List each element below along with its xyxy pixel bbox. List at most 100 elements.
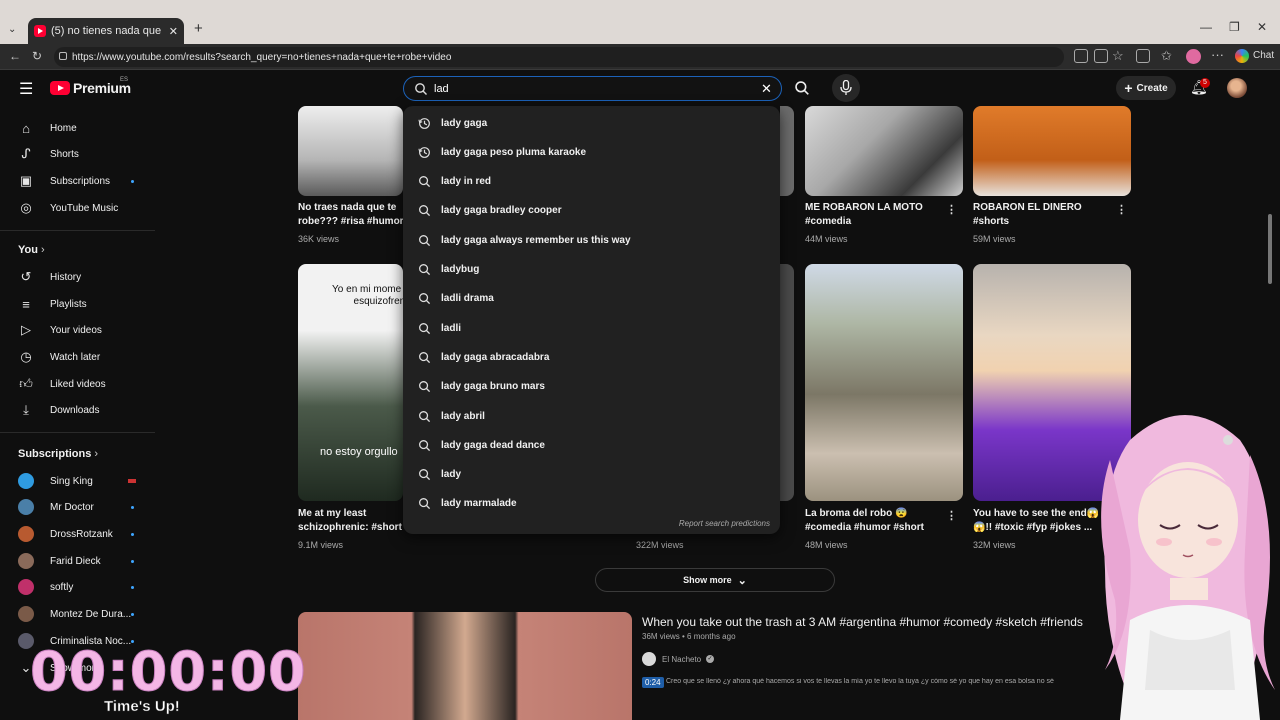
avatar <box>18 606 34 622</box>
stream-timer: 00:00:00 <box>30 640 307 704</box>
subscription-farid-dieck[interactable]: Farid Dieck <box>18 552 101 570</box>
subscription-sing-king[interactable]: Sing King <box>18 472 93 490</box>
search-suggestion-item[interactable]: lady gaga always remember us this way <box>403 226 780 254</box>
video-views: 44M views <box>805 234 848 244</box>
window-close-icon[interactable]: ✕ <box>1257 20 1267 34</box>
video-thumbnail[interactable] <box>780 106 794 196</box>
profile-avatar-icon[interactable] <box>1186 49 1201 64</box>
more-options-icon[interactable]: ⋮ <box>946 509 957 522</box>
featured-video-thumbnail[interactable] <box>298 612 632 720</box>
search-suggestion-item[interactable]: lady abril <box>403 402 780 430</box>
chapter-timestamp[interactable]: 0:24 <box>642 677 664 688</box>
create-button[interactable]: + Create <box>1116 76 1176 100</box>
chat-label[interactable]: Chat <box>1253 50 1274 61</box>
sidebar-item-subscriptions[interactable]: ▣ Subscriptions <box>18 172 138 190</box>
video-thumbnail[interactable] <box>298 106 403 196</box>
clear-search-icon[interactable]: ✕ <box>761 81 772 97</box>
search-suggestion-text: lady gaga always remember us this way <box>441 234 631 246</box>
subscription-softly[interactable]: softly <box>18 578 73 596</box>
video-title[interactable]: You have to see the end😱😱!! #toxic #fyp … <box>973 507 1101 535</box>
subscriptions-heading[interactable]: Subscriptions › <box>18 448 98 460</box>
search-suggestion-item[interactable]: lady gaga <box>403 109 780 137</box>
search-suggestion-item[interactable]: lady <box>403 461 780 489</box>
verified-check-icon: ✓ <box>706 655 714 663</box>
search-box[interactable]: ✕ <box>403 76 782 101</box>
search-suggestion-item[interactable]: ladli <box>403 314 780 342</box>
search-input[interactable] <box>434 81 734 97</box>
favorites-bar-icon[interactable]: ✩ <box>1161 48 1172 64</box>
voice-search-button[interactable] <box>832 74 860 102</box>
more-menu-icon[interactable]: ··· <box>1211 47 1224 62</box>
reload-icon[interactable]: ↻ <box>32 49 42 63</box>
sidebar-item-playlists[interactable]: ≡ Playlists <box>18 295 86 313</box>
video-title[interactable]: ROBARON EL DINERO #shorts <box>973 201 1113 229</box>
subscription-drossrotzank[interactable]: DrossRotzank <box>18 525 113 543</box>
sidebar-item-youtube-music[interactable]: ◎ YouTube Music <box>18 199 118 217</box>
search-suggestion-item[interactable]: lady marmalade <box>403 490 780 518</box>
video-thumbnail[interactable] <box>805 106 963 196</box>
new-content-dot <box>131 180 134 183</box>
account-avatar[interactable] <box>1227 78 1247 98</box>
video-title[interactable]: La broma del robo 😨 #comedia #humor #sho… <box>805 507 945 535</box>
minimize-icon[interactable]: — <box>1200 20 1212 34</box>
favorite-star-icon[interactable]: ☆ <box>1112 48 1124 64</box>
subscription-mr-doctor[interactable]: Mr Doctor <box>18 498 94 516</box>
search-suggestion-item[interactable]: lady gaga bradley cooper <box>403 197 780 225</box>
search-suggestion-item[interactable]: ladybug <box>403 256 780 284</box>
video-views: 9.1M views <box>298 540 344 550</box>
search-suggestion-item[interactable]: ladli drama <box>403 285 780 313</box>
search-icon <box>418 380 432 393</box>
you-heading[interactable]: You › <box>18 244 45 256</box>
sidebar-item-liked-videos[interactable]: 👍︎ Liked videos <box>18 375 105 393</box>
search-suggestion-text: lady marmalade <box>441 498 517 510</box>
download-icon: ⤓ <box>23 402 29 417</box>
new-content-dot <box>131 613 134 616</box>
sidebar-item-label: YouTube Music <box>50 202 119 214</box>
search-suggestion-item[interactable]: lady gaga abracadabra <box>403 343 780 371</box>
sidebar-item-watch-later[interactable]: ◷ Watch later <box>18 348 100 366</box>
video-thumbnail[interactable] <box>780 264 794 501</box>
video-title[interactable]: Me at my least schizophrenic: #short <box>298 507 403 535</box>
video-thumbnail[interactable] <box>805 264 963 501</box>
site-info-icon[interactable] <box>59 52 67 60</box>
sidebar-item-history[interactable]: ↺ History <box>18 268 82 286</box>
video-thumbnail[interactable]: Yo en mi mome menos esquizofrenic no est… <box>298 264 403 501</box>
tab-close-icon[interactable]: ✕ <box>169 25 178 38</box>
subscription-label: Farid Dieck <box>50 555 101 567</box>
channel-avatar[interactable] <box>642 652 656 666</box>
search-suggestion-item[interactable]: lady gaga peso pluma karaoke <box>403 138 780 166</box>
video-title[interactable]: No traes nada que te robe??? #risa #humo… <box>298 201 403 229</box>
youtube-logo-icon[interactable] <box>50 81 70 95</box>
report-search-predictions-link[interactable]: Report search predictions <box>679 519 770 528</box>
url-field[interactable]: https://www.youtube.com/results?search_q… <box>54 47 1064 67</box>
sidebar: ⌂ Home ᔑ Shorts ▣ Subscriptions ◎ YouTube Mu… <box>0 106 155 720</box>
subscription-montez[interactable]: Montez De Dura... <box>18 605 131 623</box>
copilot-icon[interactable] <box>1235 49 1249 63</box>
featured-video-title[interactable]: When you take out the trash at 3 AM #arg… <box>642 615 1083 629</box>
browser-tab[interactable]: (5) no tienes nada que te robe vid ✕ <box>28 18 184 44</box>
video-thumbnail[interactable] <box>973 106 1131 196</box>
search-suggestion-item[interactable]: lady in red <box>403 168 780 196</box>
search-suggestion-item[interactable]: lady gaga bruno mars <box>403 373 780 401</box>
translate-icon[interactable] <box>1094 49 1108 63</box>
page-scrollbar-thumb[interactable] <box>1268 214 1272 284</box>
tab-list-icon[interactable]: ⌄ <box>8 24 16 35</box>
channel-name[interactable]: El Nacheto <box>662 655 701 664</box>
restore-icon[interactable]: ❐ <box>1229 20 1240 34</box>
sidebar-item-your-videos[interactable]: ▷ Your videos <box>18 321 102 339</box>
hamburger-menu-icon[interactable]: ☰ <box>19 79 33 99</box>
more-options-icon[interactable]: ⋮ <box>1116 203 1127 216</box>
extensions-icon[interactable] <box>1136 49 1150 63</box>
search-button-icon[interactable] <box>794 80 810 96</box>
show-more-button[interactable]: Show more ⌄ <box>595 568 835 592</box>
sidebar-item-downloads[interactable]: ⤓ Downloads <box>18 401 99 419</box>
sidebar-item-home[interactable]: ⌂ Home <box>18 119 77 137</box>
video-title[interactable]: ME ROBARON LA MOTO #comedia <box>805 201 945 229</box>
search-suggestion-item[interactable]: lady gaga dead dance <box>403 431 780 459</box>
youtube-favicon-icon <box>34 25 46 37</box>
back-icon[interactable]: ← <box>9 49 21 63</box>
new-tab-icon[interactable]: + <box>194 20 203 37</box>
app-available-icon[interactable] <box>1074 49 1088 63</box>
more-options-icon[interactable]: ⋮ <box>946 203 957 216</box>
sidebar-item-shorts[interactable]: ᔑ Shorts <box>18 145 79 163</box>
